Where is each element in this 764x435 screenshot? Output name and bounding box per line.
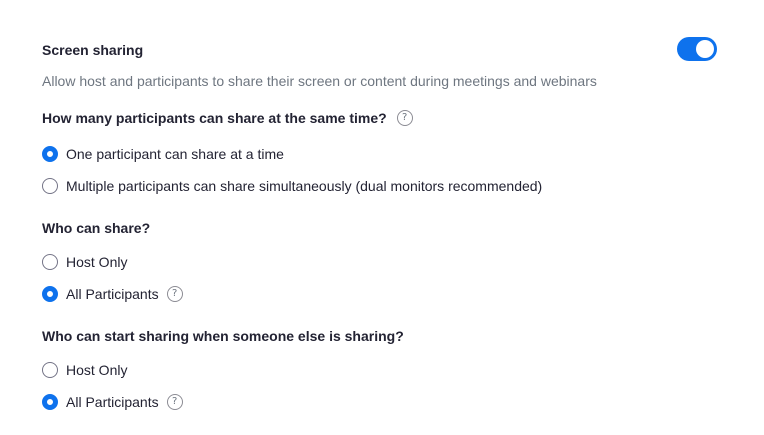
setting-description: Allow host and participants to share the…	[42, 73, 597, 89]
option-host-only[interactable]: Host Only	[42, 361, 127, 379]
option-label: All Participants	[66, 286, 159, 302]
option-label: Host Only	[66, 362, 128, 378]
question-start-sharing: Who can start sharing when someone else …	[42, 327, 404, 345]
question-who-can-share: Who can share?	[42, 219, 150, 237]
help-icon[interactable]: ?	[396, 110, 413, 126]
option-label: All Participants	[66, 394, 159, 410]
option-all-participants[interactable]: All Participants ?	[42, 285, 183, 303]
screen-sharing-toggle[interactable]	[677, 37, 717, 61]
option-all-participants[interactable]: All Participants ?	[42, 393, 183, 411]
option-multiple-participants[interactable]: Multiple participants can share simultan…	[42, 177, 542, 195]
question-label: Who can start sharing when someone else …	[42, 328, 404, 344]
option-one-participant[interactable]: One participant can share at a time	[42, 145, 284, 163]
question-label: Who can share?	[42, 220, 151, 236]
question-label: How many participants can share at the s…	[42, 110, 387, 126]
question-share-count: How many participants can share at the s…	[42, 109, 413, 127]
option-host-only[interactable]: Host Only	[42, 253, 127, 271]
radio-selected-icon[interactable]	[42, 146, 58, 162]
help-icon[interactable]: ?	[166, 286, 183, 302]
radio-unselected-icon[interactable]	[42, 362, 58, 378]
radio-unselected-icon[interactable]	[42, 178, 58, 194]
radio-selected-icon[interactable]	[42, 286, 58, 302]
toggle-knob	[696, 40, 714, 58]
radio-selected-icon[interactable]	[42, 394, 58, 410]
help-icon[interactable]: ?	[166, 394, 183, 410]
option-label: One participant can share at a time	[66, 146, 284, 162]
option-label: Multiple participants can share simultan…	[66, 178, 543, 194]
option-label: Host Only	[66, 254, 128, 270]
setting-title: Screen sharing	[42, 42, 144, 58]
radio-unselected-icon[interactable]	[42, 254, 58, 270]
